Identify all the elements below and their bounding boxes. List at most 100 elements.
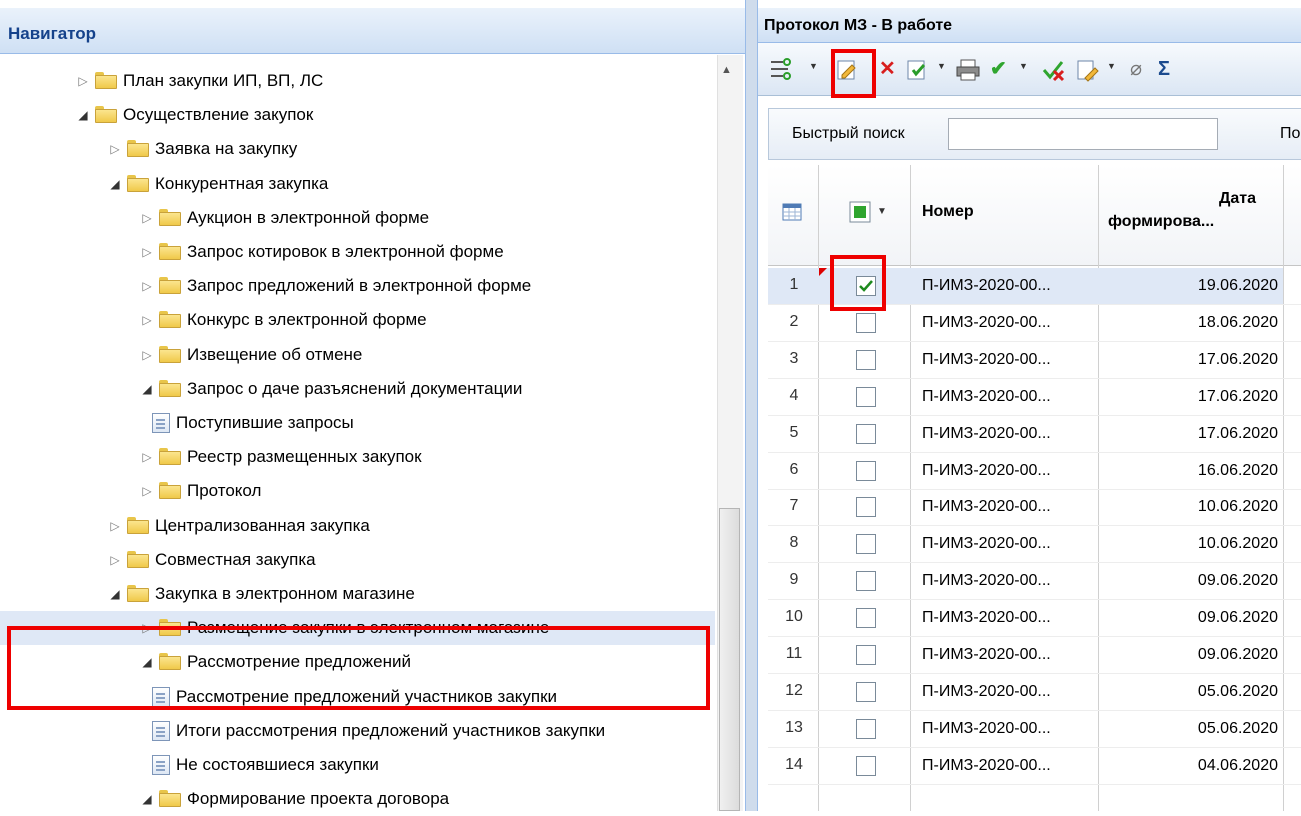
collapsed-arrow-icon[interactable]: ▷ — [108, 543, 122, 577]
collapsed-arrow-icon[interactable]: ▷ — [140, 269, 154, 303]
select-all-chevron-icon[interactable]: ▼ — [877, 206, 887, 217]
row-checkbox[interactable] — [856, 387, 876, 407]
collapsed-arrow-icon[interactable]: ▷ — [108, 509, 122, 543]
expanded-arrow-icon[interactable]: ◢ — [108, 577, 122, 611]
cell-number: П-ИМЗ-2020-00... — [922, 535, 1051, 552]
tree-item[interactable]: ▷ Конкурс в электронной форме — [0, 303, 715, 337]
cell-date: 17.06.2020 — [1197, 388, 1278, 405]
tree-item-label: Конкурентная закупка — [155, 174, 329, 193]
check-dropdown-chevron-icon[interactable]: ▼ — [1019, 61, 1028, 71]
row-checkbox[interactable] — [856, 534, 876, 554]
tree-item[interactable]: ▷ Реестр размещенных закупок — [0, 440, 715, 474]
check-icon[interactable]: ✔ — [990, 58, 1007, 80]
search-extra-label: По — [1280, 125, 1301, 142]
collapsed-arrow-icon[interactable]: ▷ — [140, 338, 154, 372]
tree-item[interactable]: ◢ Конкурентная закупка — [0, 167, 715, 201]
cell-date: 10.06.2020 — [1197, 498, 1278, 515]
column-header-date-line1[interactable]: Дата — [1100, 190, 1256, 208]
row-number: 4 — [789, 387, 799, 404]
folder-icon — [159, 482, 181, 499]
row-checkbox[interactable] — [856, 608, 876, 628]
tree-item-label: Поступившие запросы — [176, 413, 354, 432]
tree-item[interactable]: ◢ Осуществление закупок — [0, 98, 715, 132]
tree-item[interactable]: ▷ План закупки ИП, ВП, ЛС — [0, 64, 715, 98]
column-header-number[interactable]: Номер — [922, 203, 974, 221]
cell-number: П-ИМЗ-2020-00... — [922, 720, 1051, 737]
folder-icon — [159, 243, 181, 260]
quick-search-input[interactable] — [948, 118, 1218, 150]
row-checkbox[interactable] — [856, 313, 876, 333]
tree-item[interactable]: ▷ Запрос котировок в электронной форме — [0, 235, 715, 269]
filter-settings-icon[interactable] — [768, 56, 796, 82]
delete-icon[interactable]: ✕ — [879, 58, 896, 80]
select-all-checkbox[interactable] — [849, 201, 873, 223]
collapsed-arrow-icon[interactable]: ▷ — [140, 303, 154, 337]
folder-icon — [159, 448, 181, 465]
print-icon[interactable] — [955, 58, 981, 82]
document-action-icon[interactable] — [1076, 58, 1100, 82]
column-header-date-line2[interactable]: формирова... — [1108, 213, 1214, 231]
row-checkbox[interactable] — [856, 682, 876, 702]
row-number: 7 — [789, 497, 799, 514]
grid-settings-icon[interactable] — [782, 203, 802, 221]
filter-dropdown-chevron-icon[interactable]: ▼ — [809, 61, 818, 71]
tree-item-label: Протокол — [187, 481, 262, 500]
tree-item[interactable]: Поступившие запросы — [0, 406, 715, 440]
tree-item[interactable]: Итоги рассмотрения предложений участнико… — [0, 714, 715, 748]
tree-item[interactable]: ▷ Извещение об отмене — [0, 338, 715, 372]
row-checkbox[interactable] — [856, 424, 876, 444]
scroll-up-arrow-icon[interactable]: ▲ — [721, 64, 732, 76]
row-number: 1 — [789, 276, 799, 293]
collapsed-arrow-icon[interactable]: ▷ — [140, 201, 154, 235]
quick-search-label: Быстрый поиск — [792, 125, 905, 142]
approve-document-icon[interactable] — [906, 58, 930, 82]
panel-splitter[interactable] — [745, 0, 758, 811]
collapsed-arrow-icon[interactable]: ▷ — [76, 64, 90, 98]
row-number: 14 — [785, 756, 803, 773]
row-checkbox[interactable] — [856, 461, 876, 481]
row-checkbox[interactable] — [856, 350, 876, 370]
row-number: 5 — [789, 424, 799, 441]
row-checkbox[interactable] — [856, 719, 876, 739]
navigator-scroll-thumb[interactable] — [719, 508, 740, 811]
tree-item[interactable]: ◢ Закупка в электронном магазине — [0, 577, 715, 611]
tree-item[interactable]: ▷ Аукцион в электронной форме — [0, 201, 715, 235]
approve-dropdown-chevron-icon[interactable]: ▼ — [937, 61, 946, 71]
folder-icon — [127, 517, 149, 534]
cell-number: П-ИМЗ-2020-00... — [922, 683, 1051, 700]
collapsed-arrow-icon[interactable]: ▷ — [108, 132, 122, 166]
row-number: 11 — [785, 645, 803, 662]
tree-item-label: Осуществление закупок — [123, 105, 314, 124]
attach-icon[interactable]: ⌀ — [1130, 58, 1142, 80]
tree-item[interactable]: ◢ Запрос о даче разъяснений документации — [0, 372, 715, 406]
folder-icon — [95, 72, 117, 89]
tree-item[interactable]: ▷ Протокол — [0, 474, 715, 508]
tree-item[interactable]: ▷ Совместная закупка — [0, 543, 715, 577]
tree-item[interactable]: Не состоявшиеся закупки — [0, 748, 715, 782]
collapsed-arrow-icon[interactable]: ▷ — [140, 440, 154, 474]
tree-item-label: Совместная закупка — [155, 550, 316, 569]
cell-date: 10.06.2020 — [1197, 535, 1278, 552]
row-checkbox[interactable] — [856, 571, 876, 591]
cancel-check-icon[interactable] — [1041, 58, 1067, 82]
row-checkbox[interactable] — [856, 497, 876, 517]
expanded-arrow-icon[interactable]: ◢ — [76, 98, 90, 132]
row-number: 2 — [789, 313, 799, 330]
cell-number: П-ИМЗ-2020-00... — [922, 351, 1051, 368]
collapsed-arrow-icon[interactable]: ▷ — [140, 235, 154, 269]
tree-item[interactable]: ▷ Запрос предложений в электронной форме — [0, 269, 715, 303]
tree-item[interactable]: ▷ Заявка на закупку — [0, 132, 715, 166]
tree-item-label: Централизованная закупка — [155, 516, 370, 535]
document-action-dropdown-chevron-icon[interactable]: ▼ — [1107, 61, 1116, 71]
folder-icon — [159, 277, 181, 294]
expanded-arrow-icon[interactable]: ◢ — [140, 372, 154, 406]
tree-item[interactable]: ▷ Централизованная закупка — [0, 509, 715, 543]
row-modified-marker — [819, 268, 827, 276]
document-icon — [152, 413, 170, 433]
tree-item-label: Заявка на закупку — [155, 139, 298, 158]
sum-icon[interactable]: Σ — [1158, 58, 1170, 80]
row-checkbox[interactable] — [856, 645, 876, 665]
row-checkbox[interactable] — [856, 756, 876, 776]
collapsed-arrow-icon[interactable]: ▷ — [140, 474, 154, 508]
expanded-arrow-icon[interactable]: ◢ — [108, 167, 122, 201]
